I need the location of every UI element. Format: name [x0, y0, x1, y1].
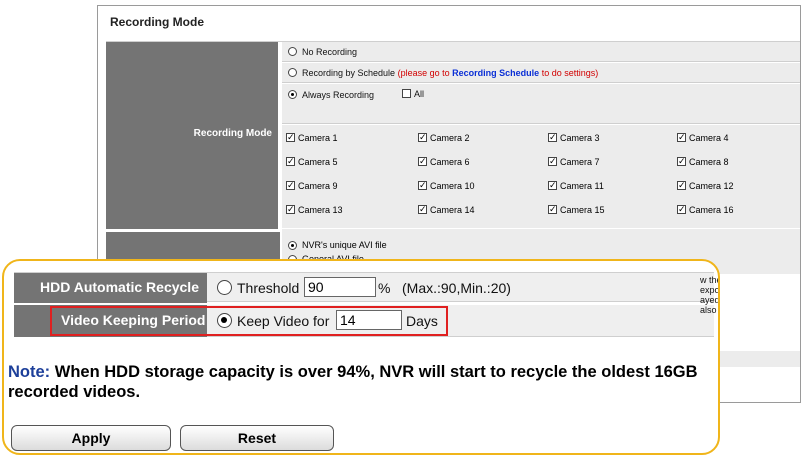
camera-checkbox[interactable]: Camera 1 [286, 131, 338, 143]
camera-label: Camera 4 [689, 133, 729, 143]
threshold-input[interactable]: 90 [304, 277, 376, 297]
all-checkbox[interactable] [402, 89, 411, 98]
note-prefix: Note: [8, 363, 51, 381]
schedule-label: Recording by Schedule (please go to Reco… [302, 68, 598, 78]
checkbox-icon[interactable] [548, 203, 557, 215]
highlight-box [50, 306, 448, 336]
side-note-line: w the exported [700, 275, 720, 295]
checkbox-icon[interactable] [677, 131, 686, 143]
schedule-note-pre: (please go to [397, 68, 450, 78]
all-checkbox-wrap[interactable]: All [402, 89, 424, 99]
side-note-line: ayed via also [700, 295, 720, 315]
checkbox-icon[interactable] [548, 155, 557, 167]
recording-mode-label-cell: Recording Mode [106, 42, 280, 229]
camera-checkbox[interactable]: Camera 6 [418, 155, 470, 167]
side-note: w the exported ayed via also [700, 275, 720, 315]
no-recording-radio[interactable] [288, 47, 297, 56]
camera-checkbox[interactable]: Camera 14 [418, 203, 475, 215]
camera-checkbox[interactable]: Camera 9 [286, 179, 338, 191]
always-recording-label: Always Recording [302, 90, 375, 100]
camera-checkbox[interactable]: Camera 8 [677, 155, 729, 167]
threshold-unit: % [378, 280, 391, 296]
camera-checkbox[interactable]: Camera 4 [677, 131, 729, 143]
camera-label: Camera 1 [298, 133, 338, 143]
camera-label: Camera 13 [298, 205, 343, 215]
hdd-recycle-row: HDD Automatic Recycle Threshold 90 % (Ma… [14, 272, 714, 303]
checkbox-icon[interactable] [418, 179, 427, 191]
always-recording-radio[interactable] [288, 90, 297, 99]
checkbox-icon[interactable] [548, 179, 557, 191]
threshold-label: Threshold [237, 280, 300, 296]
threshold-range: (Max.:90,Min.:20) [402, 280, 511, 296]
no-recording-label: No Recording [302, 47, 358, 57]
schedule-label-text: Recording by Schedule [302, 68, 396, 78]
checkbox-icon[interactable] [418, 131, 427, 143]
schedule-link[interactable]: Recording Schedule [452, 68, 539, 78]
checkbox-icon[interactable] [418, 203, 427, 215]
camera-checkbox[interactable]: Camera 12 [677, 179, 734, 191]
camera-label: Camera 6 [430, 157, 470, 167]
recording-mode-label: Recording Mode [193, 128, 272, 139]
camera-label: Camera 16 [689, 205, 734, 215]
apply-button[interactable]: Apply [11, 425, 171, 451]
avi-unique-label: NVR's unique AVI file [302, 240, 387, 250]
checkbox-icon[interactable] [286, 203, 295, 215]
camera-checkbox[interactable]: Camera 15 [548, 203, 605, 215]
checkbox-icon[interactable] [286, 179, 295, 191]
checkbox-icon[interactable] [418, 155, 427, 167]
schedule-note-post: to do settings) [541, 68, 599, 78]
camera-label: Camera 7 [560, 157, 600, 167]
camera-label: Camera 15 [560, 205, 605, 215]
camera-checkbox[interactable]: Camera 7 [548, 155, 600, 167]
panel-title: Recording Mode [110, 15, 205, 29]
camera-checkbox[interactable]: Camera 11 [548, 179, 604, 191]
schedule-radio[interactable] [288, 68, 297, 77]
camera-checkbox[interactable]: Camera 16 [677, 203, 734, 215]
hdd-recycle-label: HDD Automatic Recycle [14, 273, 207, 303]
threshold-radio[interactable] [217, 280, 232, 295]
no-recording-row: No Recording [282, 42, 800, 62]
camera-label: Camera 12 [689, 181, 734, 191]
always-recording-row: Always Recording All [282, 84, 800, 124]
camera-label: Camera 8 [689, 157, 729, 167]
camera-checkbox[interactable]: Camera 3 [548, 131, 600, 143]
avi-unique-radio[interactable] [288, 241, 297, 250]
recycle-settings-callout: HDD Automatic Recycle Threshold 90 % (Ma… [2, 259, 720, 455]
camera-grid: Camera 1 Camera 2 Camera 3 Camera 4 Came… [282, 125, 800, 228]
checkbox-icon[interactable] [677, 155, 686, 167]
checkbox-icon[interactable] [677, 203, 686, 215]
camera-checkbox[interactable]: Camera 10 [418, 179, 475, 191]
recycle-note: Note: When HDD storage capacity is over … [8, 362, 718, 402]
camera-label: Camera 3 [560, 133, 600, 143]
checkbox-icon[interactable] [286, 131, 295, 143]
camera-label: Camera 9 [298, 181, 338, 191]
reset-button[interactable]: Reset [180, 425, 334, 451]
camera-label: Camera 5 [298, 157, 338, 167]
camera-label: Camera 11 [560, 181, 604, 191]
checkbox-icon[interactable] [677, 179, 686, 191]
camera-label: Camera 10 [430, 181, 475, 191]
checkbox-icon[interactable] [548, 131, 557, 143]
camera-label: Camera 2 [430, 133, 470, 143]
all-label: All [414, 89, 425, 99]
camera-checkbox[interactable]: Camera 13 [286, 203, 343, 215]
note-text: When HDD storage capacity is over 94%, N… [8, 363, 698, 401]
camera-checkbox[interactable]: Camera 5 [286, 155, 338, 167]
camera-label: Camera 14 [430, 205, 475, 215]
camera-checkbox[interactable]: Camera 2 [418, 131, 470, 143]
checkbox-icon[interactable] [286, 155, 295, 167]
schedule-row: Recording by Schedule (please go to Reco… [282, 63, 800, 83]
